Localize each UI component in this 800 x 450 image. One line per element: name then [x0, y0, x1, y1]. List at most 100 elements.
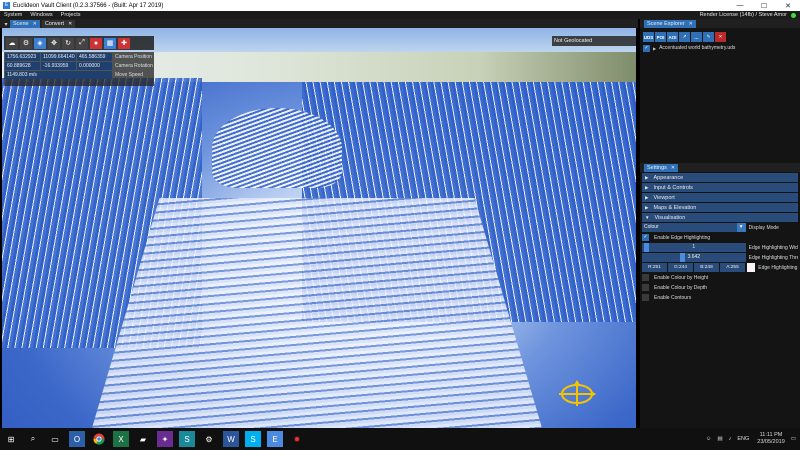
tab-settings[interactable]: Settings ✕: [644, 164, 679, 172]
terrain-mound: [212, 108, 342, 188]
uds-icon[interactable]: ●: [90, 37, 102, 49]
close-icon[interactable]: ✕: [68, 20, 72, 28]
contours-label: Enable Contours: [654, 294, 692, 301]
chevron-right-icon: ▶: [645, 204, 649, 210]
excel-icon[interactable]: X: [113, 431, 129, 447]
chevron-down-icon: ▼: [736, 223, 746, 232]
add-poi-button[interactable]: POI: [655, 32, 666, 42]
compass-gizmo-icon[interactable]: [556, 378, 598, 410]
move-icon[interactable]: ✥: [48, 37, 60, 49]
section-appearance[interactable]: ▶ Appearance: [642, 173, 798, 182]
colour-by-depth-checkbox[interactable]: [642, 284, 649, 291]
skype-icon[interactable]: S: [245, 431, 261, 447]
network-icon[interactable]: ▤: [717, 436, 722, 442]
move-speed-slider[interactable]: 1149.803 m/s: [5, 71, 112, 79]
slider-handle[interactable]: [644, 243, 650, 252]
camera-rotation-y[interactable]: -16.933959: [41, 62, 76, 70]
title-bar: E Euclideon Vault Client (0.2.3.37566 - …: [0, 0, 800, 11]
chevron-right-icon: ▶: [645, 184, 649, 190]
add-aoi-button[interactable]: AOI: [667, 32, 678, 42]
app-icon-teal[interactable]: S: [179, 431, 195, 447]
section-viewport[interactable]: ▶ Viewport: [642, 193, 798, 202]
colour-by-depth-label: Enable Colour by Depth: [654, 284, 708, 291]
checkbox[interactable]: ✓: [643, 44, 650, 52]
edge-colour-g[interactable]: G:244: [668, 263, 693, 272]
clock[interactable]: 11:11 PM 23/05/2019: [757, 432, 785, 446]
section-visualisation[interactable]: ▼ Visualisation: [642, 213, 798, 222]
app-icon-red[interactable]: ✹: [289, 431, 305, 447]
edge-colour-b[interactable]: B:248: [694, 263, 719, 272]
scale-icon[interactable]: ⤢: [76, 37, 88, 49]
gear-icon[interactable]: ⚙: [20, 37, 32, 49]
camera-rotation-z[interactable]: 0.000000: [77, 62, 112, 70]
add-line-button[interactable]: ↗: [679, 32, 690, 42]
camera-position-x[interactable]: 1756.632923: [5, 53, 40, 61]
section-input-controls[interactable]: ▶ Input & Controls: [642, 183, 798, 192]
edge-colour-swatch[interactable]: [747, 263, 756, 272]
tab-scene-explorer[interactable]: Scene Explorer ✕: [644, 20, 696, 28]
colour-by-height-checkbox[interactable]: [642, 274, 649, 281]
tab-convert[interactable]: Convert ✕: [41, 20, 76, 28]
scene-viewport[interactable]: [2, 28, 636, 428]
chevron-right-icon: ▶: [645, 174, 649, 180]
camera-position-label: Camera Position: [115, 54, 152, 60]
explorer-icon[interactable]: ▰: [135, 431, 151, 447]
more-button[interactable]: …: [691, 32, 702, 42]
display-mode-label: Display Mode: [748, 224, 779, 231]
edge-threshold-slider[interactable]: 3.642: [642, 253, 746, 262]
shield-icon[interactable]: ◈: [34, 37, 46, 49]
windows-start-icon[interactable]: ⊞: [3, 431, 19, 447]
language-indicator[interactable]: ENG: [737, 436, 749, 442]
camera-position-y[interactable]: 11099.664140: [41, 53, 76, 61]
vs-icon[interactable]: ✦: [157, 431, 173, 447]
delete-button[interactable]: ✕: [715, 32, 726, 42]
close-icon[interactable]: ✕: [671, 164, 675, 172]
rotate-icon[interactable]: ↻: [62, 37, 74, 49]
menu-projects[interactable]: Projects: [61, 12, 81, 18]
edge-highlighting-checkbox[interactable]: ✓: [642, 234, 649, 241]
edge-threshold-label: Edge Highlighting Threshold: [748, 254, 798, 261]
close-icon[interactable]: ✕: [689, 20, 693, 28]
camera-rotation-x[interactable]: 60.889628: [5, 62, 40, 70]
people-icon[interactable]: ☺: [706, 436, 712, 442]
section-maps-elevation[interactable]: ▶ Maps & Elevation: [642, 203, 798, 212]
slider-handle[interactable]: [680, 253, 686, 262]
notifications-icon[interactable]: ▭: [791, 436, 796, 442]
word-icon[interactable]: W: [223, 431, 239, 447]
edge-colour-r[interactable]: R:251: [642, 263, 667, 272]
settings-icon[interactable]: ⚙: [201, 431, 217, 447]
list-item[interactable]: ✓ ▶ Accentuated world bathymetry.uds: [640, 44, 800, 52]
pin-icon[interactable]: ▾: [2, 21, 10, 28]
scene-toolbar: ☁ ⚙ ◈ ✥ ↻ ⤢ ● ▦ ✚: [4, 36, 154, 50]
outlook-icon[interactable]: O: [69, 431, 85, 447]
edge-colour-a[interactable]: A:255: [720, 263, 745, 272]
add-uds-button[interactable]: UDS: [643, 32, 654, 42]
tab-scene[interactable]: Scene ✕: [10, 20, 40, 28]
task-view-icon[interactable]: ▭: [47, 431, 63, 447]
window-title: Euclideon Vault Client (0.2.3.37566 - (B…: [13, 2, 164, 9]
chrome-icon[interactable]: [91, 431, 107, 447]
edge-colour-label: Edge Highlighting Colour: [758, 264, 798, 271]
edit-button[interactable]: ✎: [703, 32, 714, 42]
maximize-button[interactable]: ☐: [752, 2, 776, 10]
close-icon[interactable]: ✕: [33, 20, 37, 28]
search-icon[interactable]: ⌕: [25, 431, 41, 447]
contours-checkbox[interactable]: [642, 294, 649, 301]
close-button[interactable]: ✕: [776, 2, 800, 10]
chevron-right-icon[interactable]: ▶: [653, 46, 656, 51]
camera-info-panel: 1756.632923 11099.664140 465.586359 Came…: [4, 52, 154, 86]
volume-icon[interactable]: ♪: [729, 436, 732, 442]
edge-width-slider[interactable]: 1: [642, 243, 746, 252]
cloud-icon[interactable]: ☁: [6, 37, 18, 49]
menu-system[interactable]: System: [4, 12, 22, 18]
minimize-button[interactable]: —: [728, 2, 752, 9]
move-speed-label: Move Speed: [115, 72, 144, 78]
vault-client-icon[interactable]: E: [267, 431, 283, 447]
geolocation-status: Not Geolocated: [552, 36, 636, 46]
map-icon[interactable]: ▦: [104, 37, 116, 49]
chevron-right-icon: ▶: [645, 194, 649, 200]
menu-windows[interactable]: Windows: [30, 12, 52, 18]
display-mode-select[interactable]: Colour ▼: [642, 223, 746, 232]
camera-position-z[interactable]: 465.586359: [77, 53, 112, 61]
measure-icon[interactable]: ✚: [118, 37, 130, 49]
